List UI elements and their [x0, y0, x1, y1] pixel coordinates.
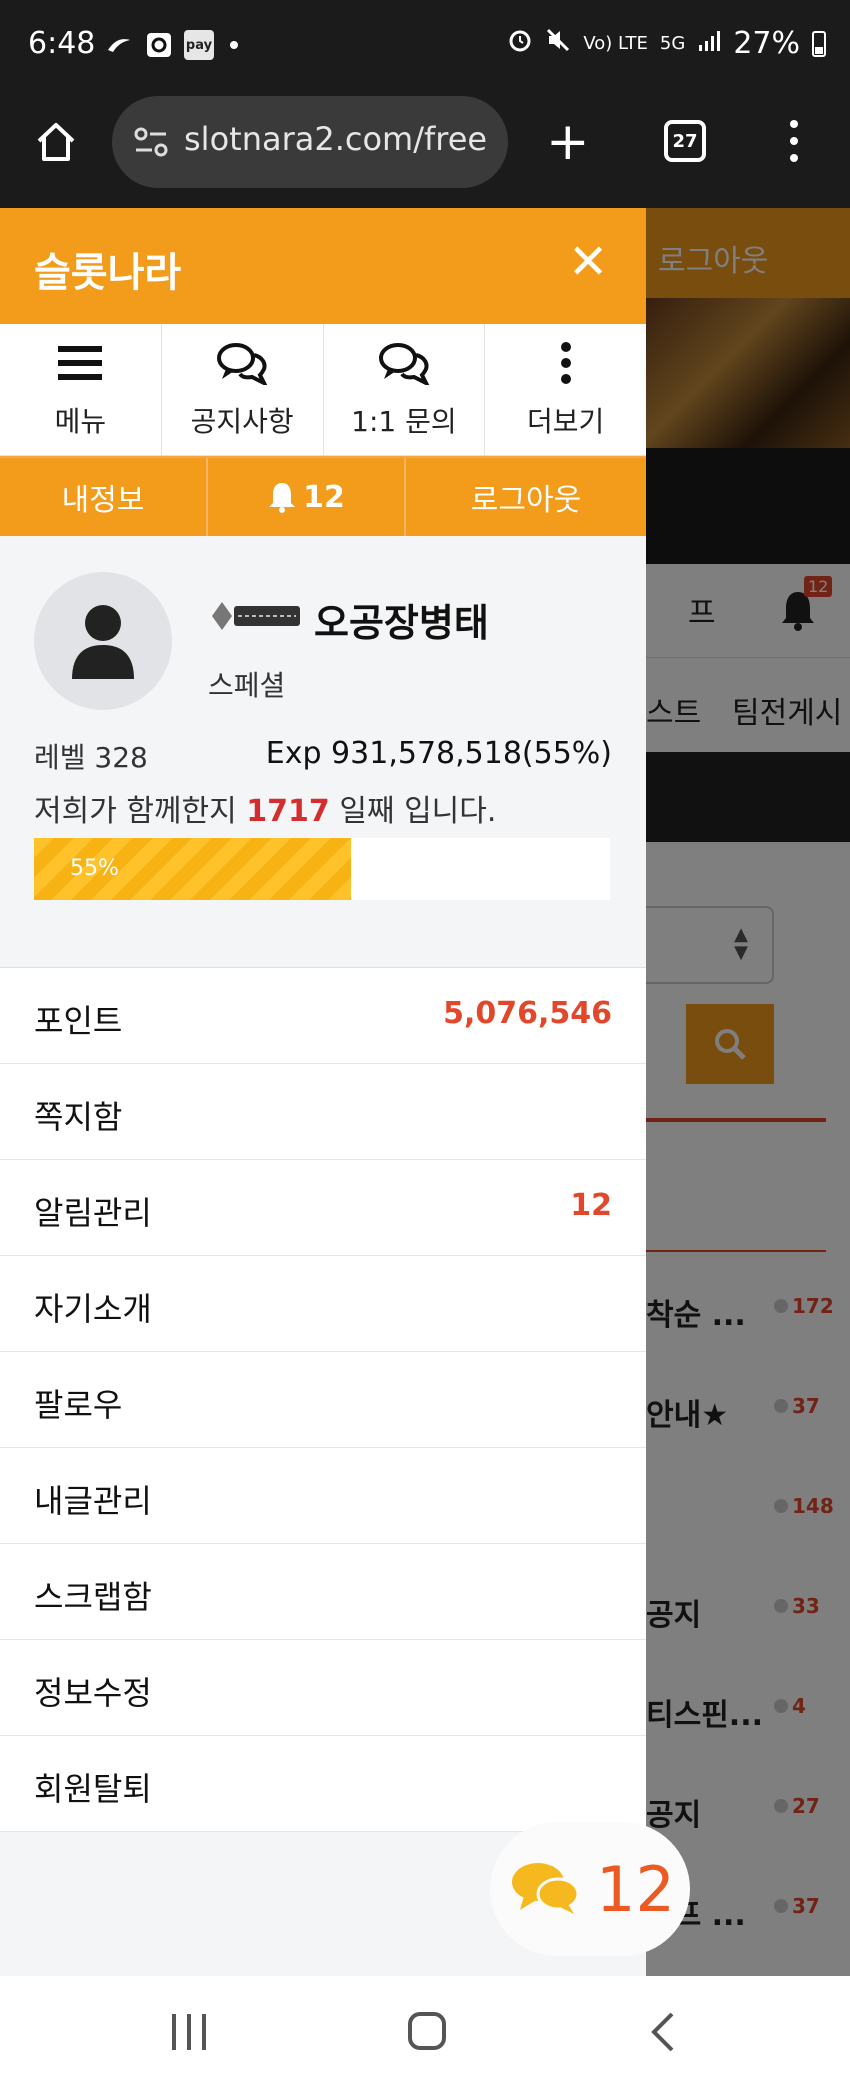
status-right-icons: Vo) LTE 5G 27% — [507, 26, 826, 61]
volte-label: Vo) LTE — [583, 33, 648, 54]
membership-days: 저희가 함께한지 1717 일째 입니다. — [34, 794, 497, 829]
quick-nav-notice[interactable]: 공지사항 — [162, 324, 324, 455]
quick-nav-label: 더보기 — [526, 404, 605, 438]
network-type: 5G — [659, 33, 686, 54]
quick-nav-label: 1:1 문의 — [351, 404, 457, 438]
user-icon — [72, 605, 134, 679]
my-info-button[interactable]: 내정보 — [0, 458, 208, 536]
back-icon — [651, 2012, 674, 2052]
recent-apps-button[interactable] — [172, 2014, 206, 2050]
menu-item-messages[interactable]: 쪽지함 — [0, 1064, 646, 1160]
avatar — [34, 572, 172, 710]
battery-percent: 27% — [733, 26, 800, 61]
home-nav-button[interactable] — [408, 2012, 446, 2050]
pay-icon: pay — [184, 30, 214, 60]
more-notifications-dot — [230, 41, 238, 49]
battery-icon — [812, 30, 826, 57]
quick-nav-menu[interactable]: 메뉴 — [0, 324, 162, 455]
app-notification-icon — [104, 30, 134, 60]
side-drawer: 슬롯나라 ✕ 메뉴 공지사항 1:1 문의 더보기 내정보 12 로그아웃 오공… — [0, 208, 646, 1976]
notification-icons: pay — [104, 30, 238, 60]
quick-nav-more[interactable]: 더보기 — [485, 324, 646, 455]
back-button[interactable] — [648, 2012, 678, 2056]
quick-nav-label: 메뉴 — [54, 404, 107, 438]
chat-bubbles-icon — [512, 1863, 580, 1914]
menu-item-my-posts[interactable]: 내글관리 — [0, 1448, 646, 1544]
menu-item-scraps[interactable]: 스크랩함 — [0, 1544, 646, 1640]
menu-item-points[interactable]: 포인트 5,076,546 — [0, 968, 646, 1064]
notification-count: 12 — [303, 479, 345, 515]
level-badge-icon — [208, 598, 304, 634]
chat-fab[interactable]: 12 — [490, 1822, 690, 1956]
close-icon[interactable]: ✕ — [568, 238, 608, 286]
browser-toolbar: slotnara2.com/free + 27 — [0, 96, 850, 208]
home-icon — [37, 123, 75, 161]
tab-switcher-button[interactable]: 27 — [664, 120, 706, 162]
hamburger-icon — [54, 340, 106, 386]
profile-card: 오공장병태 스페셜 레벨 328 Exp 931,578,518(55%) 저희… — [0, 536, 646, 968]
quick-nav-inquiry[interactable]: 1:1 문의 — [324, 324, 486, 455]
menu-item-follow[interactable]: 팔로우 — [0, 1352, 646, 1448]
drawer-header: 슬롯나라 ✕ — [0, 208, 646, 324]
site-logo-title[interactable]: 슬롯나라 — [34, 240, 181, 298]
points-value: 5,076,546 — [443, 996, 612, 1031]
mute-icon — [545, 26, 571, 61]
browser-menu-button[interactable] — [790, 120, 798, 162]
notification-manage-count: 12 — [570, 1188, 612, 1223]
status-bar: 6:48 pay Vo) LTE 5G 27% — [0, 0, 850, 96]
status-time: 6:48 — [28, 26, 96, 61]
days-count: 1717 — [246, 794, 330, 829]
drawer-menu: 포인트 5,076,546 쪽지함 알림관리 12 자기소개 팔로우 내글관리 스크… — [0, 968, 646, 1832]
user-action-bar: 내정보 12 로그아웃 — [0, 456, 646, 536]
signal-icon — [697, 26, 721, 61]
quick-nav-label: 공지사항 — [190, 404, 294, 438]
exp-progress-bar: 55% — [34, 838, 610, 900]
alarm-icon — [507, 26, 533, 61]
quick-nav: 메뉴 공지사항 1:1 문의 더보기 — [0, 324, 646, 456]
menu-item-withdraw[interactable]: 회원탈퇴 — [0, 1736, 646, 1832]
user-exp: Exp 931,578,518(55%) — [265, 736, 612, 771]
notifications-button[interactable]: 12 — [208, 458, 406, 536]
menu-item-edit-profile[interactable]: 정보수정 — [0, 1640, 646, 1736]
user-nickname: 오공장병태 — [314, 601, 489, 645]
bell-icon — [269, 483, 296, 513]
drawer-overlay[interactable] — [646, 208, 850, 1976]
exp-progress-label: 55% — [70, 856, 119, 881]
kebab-icon — [540, 340, 592, 386]
address-bar[interactable]: slotnara2.com/free — [112, 96, 508, 188]
new-tab-button[interactable]: + — [546, 116, 590, 168]
site-settings-icon[interactable] — [134, 126, 168, 158]
app-notification-icon — [144, 30, 174, 60]
menu-item-notifications[interactable]: 알림관리 12 — [0, 1160, 646, 1256]
url-text[interactable]: slotnara2.com/free — [184, 120, 487, 158]
system-nav-bar — [0, 1976, 850, 2086]
home-button[interactable] — [28, 114, 84, 170]
chat-icon — [216, 340, 268, 386]
chat-icon — [378, 340, 430, 386]
menu-item-introduction[interactable]: 자기소개 — [0, 1256, 646, 1352]
chat-count: 12 — [596, 1852, 675, 1926]
user-grade: 스페셜 — [208, 669, 286, 702]
user-level: 레벨 328 — [34, 741, 148, 774]
logout-button[interactable]: 로그아웃 — [406, 458, 646, 536]
